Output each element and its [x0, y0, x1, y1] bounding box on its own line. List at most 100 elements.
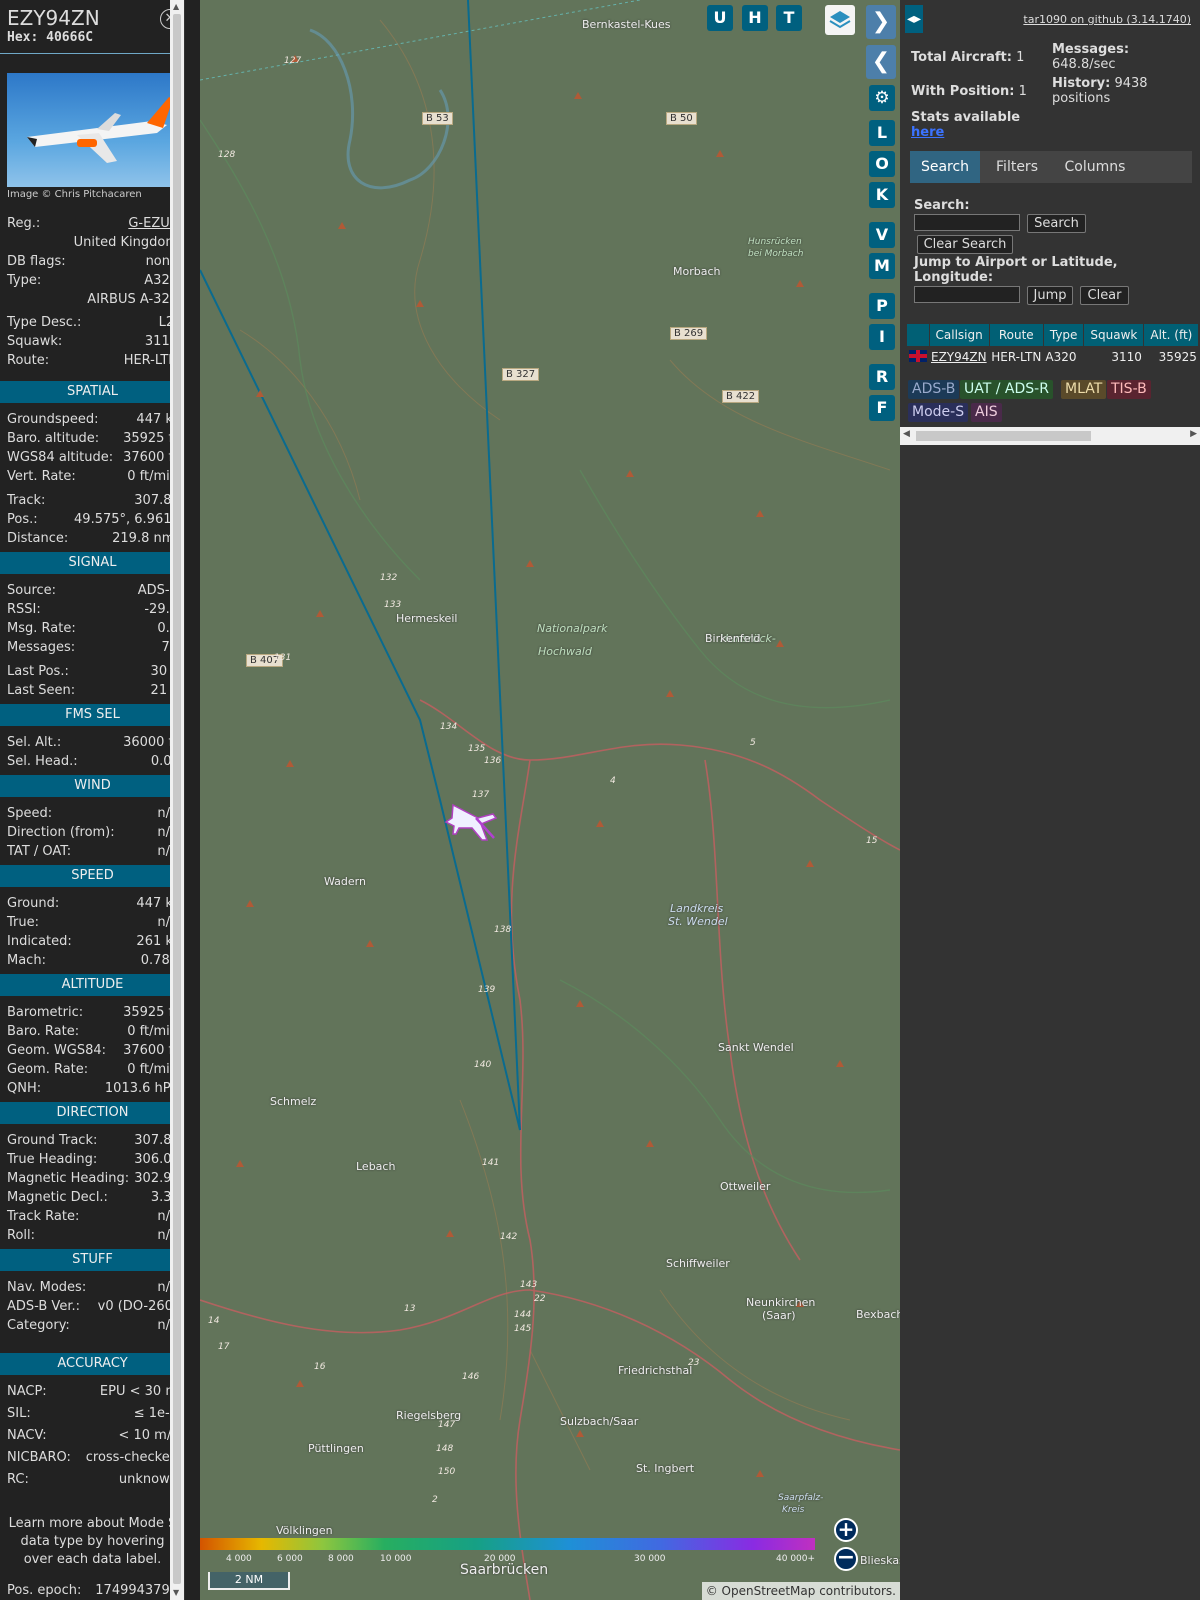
aircraft-info-panel: EZY94ZN Hex: 40666C ✕ Image © Chris Pitc… [0, 0, 185, 1600]
place-label: Blieskas [860, 1554, 900, 1567]
github-link[interactable]: tar1090 on github (3.14.1740) [1023, 13, 1191, 26]
jump-input[interactable] [914, 286, 1020, 303]
messages-value: 648.8/sec [1052, 57, 1116, 72]
search-input[interactable] [914, 214, 1020, 231]
aircraft-marker-icon[interactable] [444, 803, 498, 841]
info-label: Pos.: [7, 512, 38, 527]
badge-tis-b[interactable]: TIS-B [1107, 380, 1151, 399]
route-number-label: 144 [514, 1310, 532, 1320]
info-value: 219.8 nmi [112, 531, 178, 546]
map-button-t[interactable]: T [776, 5, 802, 31]
zoom-in-icon[interactable]: + [834, 1518, 858, 1542]
collapse-sidebar-icon[interactable]: ❮ [866, 45, 896, 79]
info-row-type: Type: A320 [7, 271, 178, 290]
map-button-f[interactable]: F [869, 395, 895, 421]
zoom-out-icon[interactable]: − [834, 1547, 858, 1571]
info-label: NACV: [7, 1428, 47, 1443]
info-footer-note: Learn more about Mode S data type by hov… [8, 1516, 177, 1567]
route-number-label: 147 [438, 1420, 456, 1430]
column-callsign[interactable]: Callsign [929, 324, 990, 346]
jump-button[interactable]: Jump [1027, 286, 1073, 305]
badge-ais[interactable]: AIS [971, 403, 1002, 422]
place-label: Morbach [673, 265, 721, 278]
column-type[interactable]: Type [1043, 324, 1085, 346]
stats-link[interactable]: here [911, 125, 944, 140]
table-horizontal-scrollbar[interactable]: ◀ ▶ [900, 427, 1200, 445]
map-button-r[interactable]: R [869, 364, 895, 390]
badge-mode-s[interactable]: Mode-S [908, 403, 969, 422]
map-button-u[interactable]: U [707, 5, 733, 31]
with-position-value: 1 [1018, 84, 1027, 99]
row-callsign[interactable]: EZY94ZN [929, 346, 989, 368]
table-header-row: Callsign Route Type Squawk Alt. (ft) [907, 324, 1200, 346]
sidebar-tabs: Search Filters Columns [910, 151, 1192, 183]
pos-epoch-row: Pos. epoch: 1749943799 [7, 1581, 178, 1600]
info-label: Vert. Rate: [7, 469, 76, 484]
row-altitude: 35925 [1158, 350, 1197, 364]
info-label: Sel. Alt.: [7, 735, 62, 750]
map-button-m[interactable]: M [869, 253, 895, 279]
table-scroll-thumb[interactable] [916, 431, 1091, 441]
column-squawk[interactable]: Squawk [1083, 324, 1145, 346]
scroll-right-icon[interactable]: ▶ [1190, 429, 1197, 439]
place-label: Hunsrücken [748, 237, 802, 247]
map-button-k[interactable]: K [869, 182, 895, 208]
column-flag[interactable] [907, 324, 930, 346]
info-row-geom-wgs84: Geom. WGS84: 37600 ft [7, 1041, 178, 1060]
info-row-vert-rate: Vert. Rate: 0 ft/min [7, 467, 178, 486]
info-label: Source: [7, 583, 57, 598]
osm-link[interactable]: OpenStreetMap [722, 1584, 816, 1598]
info-label: NACP: [7, 1384, 47, 1399]
map-button-h[interactable]: H [742, 5, 768, 31]
info-row-ground-track: Ground Track: 307.8° [7, 1131, 178, 1150]
map-button-o[interactable]: O [869, 151, 895, 177]
table-row[interactable]: EZY94ZN HER-LTN A320 3110 35925 [907, 346, 1199, 368]
map-view[interactable]: Bernkastel-Kues Morbach Hermeskeil National… [200, 0, 900, 1600]
route-number-label: 142 [500, 1232, 518, 1242]
info-label: NICBARO: [7, 1450, 71, 1465]
total-aircraft-value: 1 [1016, 50, 1025, 65]
badge-uat-ads-r[interactable]: UAT / ADS-R [960, 380, 1053, 399]
badge-mlat[interactable]: MLAT [1061, 380, 1107, 399]
tab-search[interactable]: Search [910, 151, 980, 183]
info-label: Mach: [7, 953, 46, 968]
map-button-l[interactable]: L [869, 120, 895, 146]
tab-columns[interactable]: Columns [1054, 151, 1136, 183]
resize-sidebar-icon[interactable]: ◂▸ [905, 5, 923, 33]
section-accuracy: ACCURACY [0, 1353, 184, 1375]
badge-ads-b[interactable]: ADS-B [908, 380, 960, 399]
route-number-label: 150 [438, 1467, 456, 1477]
info-row-nicbaro: NICBARO: cross-checked [7, 1448, 178, 1467]
info-label: ADS-B Ver.: [7, 1299, 80, 1314]
info-label: True Heading: [7, 1152, 98, 1167]
layers-icon[interactable] [825, 5, 855, 35]
info-scrollbar[interactable]: ▲ ▼ [170, 0, 184, 1600]
map-button-p[interactable]: P [869, 293, 895, 319]
info-value: 49.575°, 6.961° [74, 512, 178, 527]
info-scroll-thumb[interactable] [173, 14, 181, 1584]
scroll-left-icon[interactable]: ◀ [903, 429, 910, 439]
search-button[interactable]: Search [1027, 214, 1086, 233]
column-altitude[interactable]: Alt. (ft) [1143, 324, 1200, 346]
info-row-baro-rate: Baro. Rate: 0 ft/min [7, 1022, 178, 1041]
clear-search-button[interactable]: Clear Search [917, 235, 1013, 254]
info-row-sil: SIL: ≤ 1e-7 [7, 1404, 178, 1423]
map-button-i[interactable]: I [869, 324, 895, 350]
info-label: Geom. Rate: [7, 1062, 89, 1077]
history-stat: History: 9438 positions [1052, 76, 1172, 106]
map-button-v[interactable]: V [869, 222, 895, 248]
expand-sidebar-icon[interactable]: ❯ [866, 5, 896, 39]
place-label: Lebach [356, 1160, 396, 1173]
road-shield: B 53 [422, 112, 453, 125]
tab-filters[interactable]: Filters [982, 151, 1052, 183]
info-row-mach: Mach: 0.784 [7, 951, 178, 970]
route-number-label: 5 [750, 738, 756, 748]
scroll-down-icon[interactable]: ▼ [173, 1588, 179, 1598]
route-number-label: 17 [218, 1342, 230, 1352]
info-label: Indicated: [7, 934, 72, 949]
clear-jump-button[interactable]: Clear [1080, 286, 1129, 305]
info-label: Messages: [7, 640, 76, 655]
settings-gear-icon[interactable]: ⚙ [869, 85, 895, 111]
column-route[interactable]: Route [989, 324, 1044, 346]
scroll-up-icon[interactable]: ▲ [173, 2, 179, 12]
